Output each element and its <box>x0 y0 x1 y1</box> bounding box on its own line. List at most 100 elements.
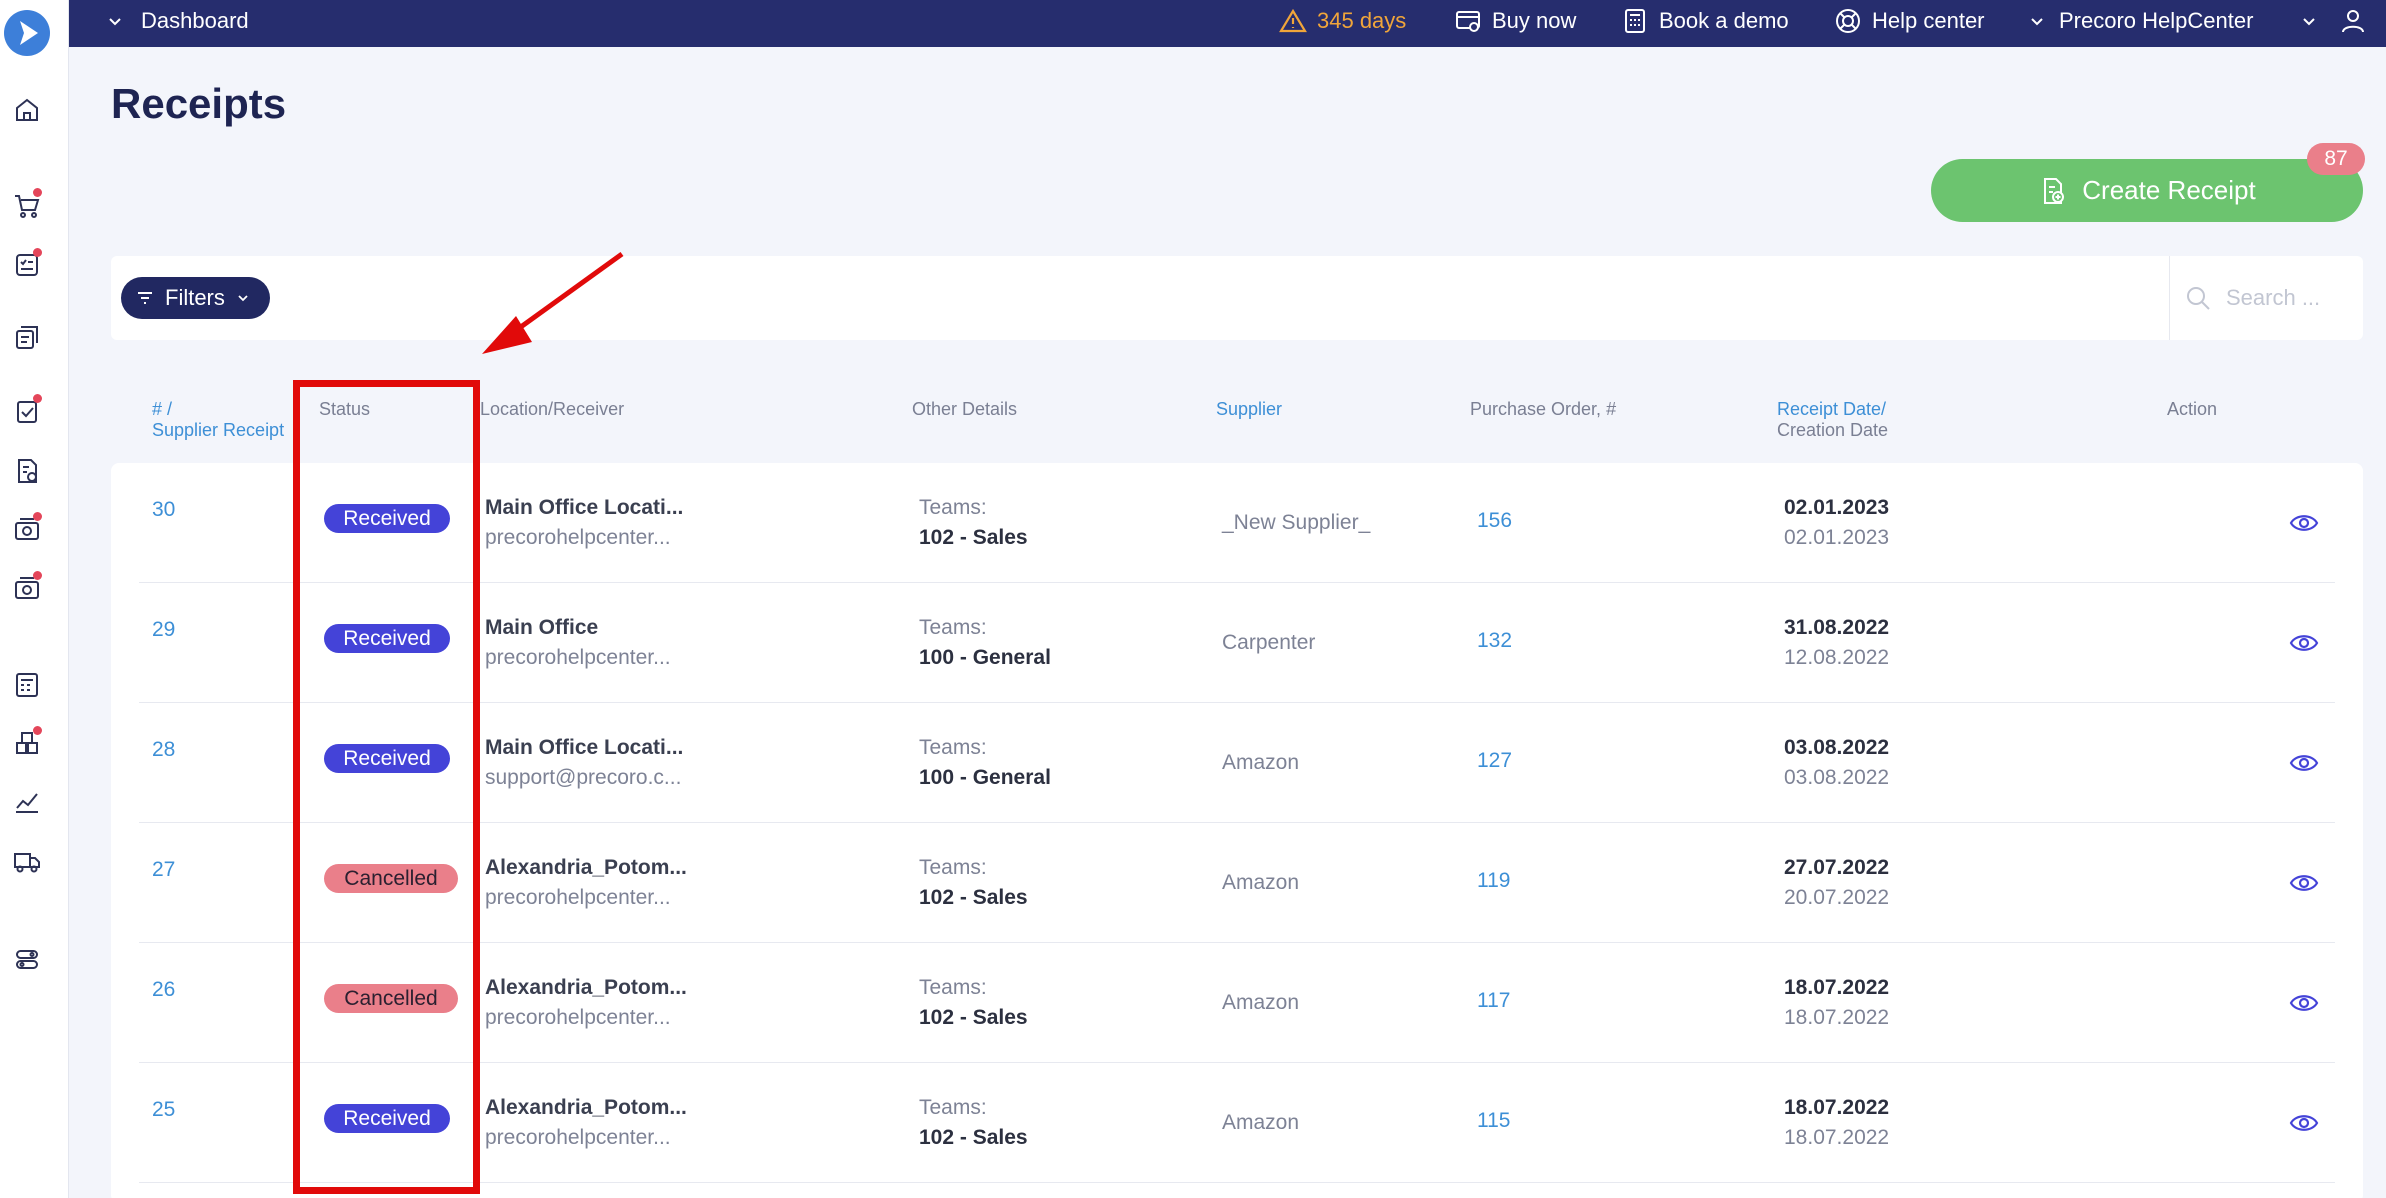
filter-bar: Filters <box>111 256 2363 340</box>
column-header-creation-date: Creation Date <box>1777 420 1889 440</box>
notification-dot <box>33 394 42 403</box>
creation-date: 12.08.2022 <box>1784 646 1890 669</box>
creation-date: 03.08.2022 <box>1784 766 1890 789</box>
dashboard-dropdown[interactable]: Dashboard <box>107 0 249 42</box>
creation-date: 18.07.2022 <box>1784 1126 1890 1149</box>
filters-button[interactable]: Filters <box>121 277 270 319</box>
team-value: 100 - General <box>919 646 1051 669</box>
approval-icon[interactable] <box>12 394 42 426</box>
receipt-icon[interactable] <box>12 512 42 544</box>
chevron-down-icon <box>238 295 248 302</box>
search-input[interactable] <box>2226 280 2356 316</box>
team-value: 102 - Sales <box>919 526 1028 549</box>
user-menu[interactable] <box>2301 0 2377 42</box>
column-header-location: Location/Receiver <box>480 399 625 419</box>
help-center-label: Help center <box>1872 8 1985 33</box>
column-header-receipt-date: Receipt Date/ <box>1777 399 1887 419</box>
book-demo-link[interactable]: Book a demo <box>1621 0 1789 42</box>
buy-now-link[interactable]: Buy now <box>1454 0 1576 42</box>
user-icon <box>2342 10 2364 33</box>
supplier-text: Amazon <box>1222 871 1300 894</box>
company-dropdown[interactable]: Precoro HelpCenter <box>2029 0 2253 42</box>
view-eye-icon[interactable] <box>2289 751 2319 775</box>
page-title: Receipts <box>111 80 287 127</box>
warning-icon <box>1279 8 1307 33</box>
purchase-order-link[interactable]: 132 <box>1477 629 1512 653</box>
book-demo-label: Book a demo <box>1659 8 1789 33</box>
column-header-purchase-order: Purchase Order, # <box>1470 399 1617 419</box>
receipt-date: 18.07.2022 <box>1784 1096 1890 1119</box>
billing-icon <box>1456 11 1480 32</box>
receipt-number-link[interactable]: 25 <box>152 1098 175 1122</box>
teams-label: Teams: <box>919 616 987 639</box>
receipt-number-link[interactable]: 27 <box>152 858 175 882</box>
purchase-order-link[interactable]: 115 <box>1477 1109 1510 1133</box>
location-text: Alexandria_Potom... <box>485 856 687 879</box>
settings-icon[interactable] <box>12 944 42 974</box>
create-receipt-button[interactable]: Create Receipt <box>1931 159 2363 222</box>
notification-dot <box>33 248 42 257</box>
team-value: 102 - Sales <box>919 1006 1028 1029</box>
payment-icon[interactable] <box>12 571 42 603</box>
receiver-text: precorohelpcenter... <box>485 1006 671 1029</box>
column-header-number[interactable]: # / Supplier Receipt <box>152 399 284 441</box>
create-receipt-label: Create Receipt <box>2082 175 2256 205</box>
receipt-number-link[interactable]: 26 <box>152 978 175 1002</box>
help-center-link[interactable]: Help center <box>1834 0 1985 42</box>
inventory-icon[interactable] <box>12 726 42 758</box>
location-text: Alexandria_Potom... <box>485 976 687 999</box>
location-text: Main Office <box>485 616 599 639</box>
view-eye-icon[interactable] <box>2289 631 2319 655</box>
receipt-number-link[interactable]: 29 <box>152 618 175 642</box>
column-header-supplier[interactable]: Supplier <box>1216 399 1282 420</box>
receipt-date: 18.07.2022 <box>1784 976 1890 999</box>
purchase-order-link[interactable]: 156 <box>1477 509 1512 533</box>
teams-label: Teams: <box>919 976 987 999</box>
orders-icon[interactable] <box>12 323 42 353</box>
location-text: Main Office Locati... <box>485 496 684 519</box>
location-text: Alexandria_Potom... <box>485 1096 687 1119</box>
column-header-details: Other Details <box>912 399 1018 419</box>
supplier-text: Amazon <box>1222 751 1300 774</box>
supplier-text: Carpenter <box>1222 631 1316 654</box>
column-header-action: Action <box>2167 399 2218 419</box>
supplier-text: Amazon <box>1222 1111 1300 1134</box>
app-logo[interactable] <box>4 10 50 56</box>
receipt-date: 02.01.2023 <box>1784 496 1890 519</box>
trial-days[interactable]: 345 days <box>1279 0 1406 42</box>
purchase-order-link[interactable]: 117 <box>1477 989 1510 1013</box>
filter-icon <box>138 292 152 304</box>
annotation-arrow <box>482 251 624 354</box>
receipt-date: 31.08.2022 <box>1784 616 1890 639</box>
team-value: 100 - General <box>919 766 1051 789</box>
sidebar <box>0 0 69 1198</box>
delivery-icon[interactable] <box>12 846 42 876</box>
creation-date: 18.07.2022 <box>1784 1006 1890 1029</box>
notification-dot <box>33 726 42 735</box>
column-header-date[interactable]: Receipt Date/ Creation Date <box>1777 399 1888 441</box>
cart-icon[interactable] <box>12 188 42 220</box>
analytics-icon[interactable] <box>12 787 42 817</box>
creation-date: 02.01.2023 <box>1784 526 1890 549</box>
team-value: 102 - Sales <box>919 1126 1028 1149</box>
notification-dot <box>33 512 42 521</box>
filters-label: Filters <box>165 285 225 310</box>
checklist-icon[interactable] <box>12 248 42 280</box>
creation-date: 20.07.2022 <box>1784 886 1890 909</box>
home-icon[interactable] <box>12 95 42 125</box>
view-eye-icon[interactable] <box>2289 1111 2319 1135</box>
chevron-down-icon <box>2031 18 2043 26</box>
view-eye-icon[interactable] <box>2289 511 2319 535</box>
purchase-order-link[interactable]: 119 <box>1477 869 1510 893</box>
receipt-date: 27.07.2022 <box>1784 856 1890 879</box>
view-eye-icon[interactable] <box>2289 871 2319 895</box>
chevron-down-icon <box>109 18 121 26</box>
purchase-order-link[interactable]: 127 <box>1477 749 1512 773</box>
receipt-number-link[interactable]: 28 <box>152 738 175 762</box>
invoice-icon[interactable] <box>12 456 42 486</box>
view-eye-icon[interactable] <box>2289 991 2319 1015</box>
receipt-number-link[interactable]: 30 <box>152 498 175 522</box>
search-icon <box>2187 287 2210 310</box>
teams-label: Teams: <box>919 856 987 879</box>
budget-icon[interactable] <box>12 670 42 700</box>
